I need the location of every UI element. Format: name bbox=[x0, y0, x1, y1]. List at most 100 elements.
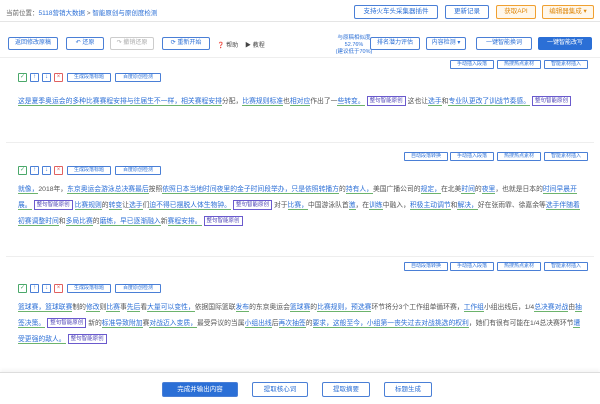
text-segment[interactable]: 时间 bbox=[542, 186, 557, 194]
gen-title-button[interactable]: 生成段落标题 bbox=[67, 73, 111, 82]
text-segment[interactable]: 导致 bbox=[115, 320, 129, 328]
text-segment[interactable]: 丧失 bbox=[394, 320, 408, 328]
one-click-rewrite-button[interactable]: 一键智能改写 bbox=[538, 37, 592, 50]
arrow-up-icon[interactable]: ↑ bbox=[30, 73, 39, 82]
smart-original-tag[interactable]: 整句智能原创 bbox=[203, 216, 243, 226]
text-segment[interactable]: 转变。 bbox=[344, 98, 365, 106]
text-segment[interactable]: 时间段 bbox=[250, 186, 272, 194]
text-segment[interactable]: 挑选 bbox=[434, 320, 449, 328]
text-segment[interactable]: 决策。 bbox=[24, 320, 46, 328]
text-segment[interactable]: 选手 bbox=[128, 202, 143, 210]
text-segment[interactable]: 更改了 bbox=[468, 98, 490, 106]
baidu-check-button[interactable]: 百度原创检测 bbox=[115, 284, 161, 293]
text-segment[interactable]: 游泳 bbox=[101, 186, 115, 194]
text-segment[interactable]: 预选赛 bbox=[351, 304, 372, 312]
text-segment[interactable]: 比赛规则 bbox=[74, 202, 102, 210]
smart-original-tag[interactable]: 整句智能原创 bbox=[33, 200, 73, 210]
back-edit-button[interactable]: 返回修改原稿 bbox=[8, 37, 58, 50]
text-segment[interactable]: 早晨 bbox=[556, 186, 571, 194]
text-segment[interactable]: 转变 bbox=[108, 202, 123, 210]
text-segment[interactable]: 迈入 bbox=[162, 320, 177, 328]
text-segment[interactable]: 总决赛 bbox=[114, 186, 136, 194]
text-segment[interactable]: 小组出线 bbox=[244, 320, 272, 328]
text-segment[interactable]: 至今， bbox=[346, 320, 367, 328]
hot-material-button[interactable]: 热搜热点素材 bbox=[497, 262, 541, 271]
text-segment[interactable]: 迫不得已 bbox=[149, 202, 177, 210]
text-segment[interactable]: 逐渐融入 bbox=[133, 218, 161, 226]
text-segment[interactable]: 变质， bbox=[176, 320, 197, 328]
gen-title-button[interactable]: 生成段落标题 bbox=[67, 166, 111, 175]
extract-summary-button[interactable]: 提取摘要 bbox=[322, 382, 370, 397]
text-segment[interactable]: 比赛 bbox=[85, 98, 100, 106]
auto-split-button[interactable]: 自动段落转换 bbox=[404, 262, 448, 271]
text-segment[interactable]: 标准 bbox=[101, 320, 116, 328]
arrow-down-icon[interactable]: ↓ bbox=[42, 166, 51, 175]
text-segment[interactable]: 这是夏季奥运会的 bbox=[18, 98, 73, 106]
text-segment[interactable]: 比赛规则 bbox=[242, 98, 270, 106]
text-segment[interactable]: 工作组 bbox=[463, 304, 484, 312]
text-segment[interactable]: 相对应 bbox=[289, 98, 311, 106]
text-segment[interactable]: 只是 bbox=[291, 186, 305, 194]
text-segment[interactable]: 对战 bbox=[421, 320, 435, 328]
text-segment[interactable]: 金子 bbox=[237, 186, 251, 194]
arrow-down-icon[interactable]: ↓ bbox=[42, 73, 51, 82]
manual-insert-button[interactable]: 手动插入段落 bbox=[450, 262, 494, 271]
text-segment[interactable]: 摆脱 bbox=[176, 202, 191, 210]
text-segment[interactable]: 比赛， bbox=[287, 202, 308, 210]
text-segment[interactable]: 节奏感。 bbox=[502, 98, 530, 106]
hot-material-button[interactable]: 热搜热点素材 bbox=[497, 152, 541, 161]
text-segment[interactable]: 赛程安排 bbox=[99, 98, 127, 106]
text-segment[interactable]: 规定， bbox=[420, 186, 441, 194]
smart-original-tag[interactable]: 整句智能原创 bbox=[232, 200, 272, 210]
arrow-up-icon[interactable]: ↑ bbox=[30, 166, 39, 175]
text-segment[interactable]: 大量 bbox=[147, 304, 161, 312]
paragraph-2[interactable]: 就像，2018年，东京奥运会游泳总决赛最后按照依照日本当地时间夜里的金子时间段举… bbox=[18, 182, 584, 254]
text-segment[interactable]: 这般 bbox=[332, 320, 347, 328]
smart-original-tag[interactable]: 整句智能原创 bbox=[532, 96, 572, 106]
text-segment[interactable]: 附加 bbox=[128, 320, 143, 328]
text-segment[interactable]: 就像， bbox=[18, 186, 39, 194]
text-segment[interactable]: 激 bbox=[348, 202, 356, 210]
update-log-button[interactable]: 更新记录 bbox=[445, 5, 489, 19]
paragraph-3[interactable]: 篮球赛，篮球联赛制的修改则比赛事先后看大量可以变性，依据国际篮联发布的东京奥运会… bbox=[18, 300, 584, 370]
content-check-button[interactable]: 内容检测 ▾ bbox=[426, 37, 466, 50]
smart-insert-button[interactable]: 智能素材插入 bbox=[544, 60, 588, 69]
text-segment[interactable]: 相关 bbox=[181, 98, 195, 106]
paragraph-1[interactable]: 这是夏季奥运会的多种比赛赛程安排与往届生不一样，相关赛程安排分配，比赛规则标准也… bbox=[18, 94, 584, 134]
text-segment[interactable]: 举办， bbox=[271, 186, 292, 194]
text-segment[interactable]: 对战 bbox=[149, 320, 163, 328]
text-segment[interactable]: 小组第一 bbox=[366, 320, 395, 328]
text-segment[interactable]: 与往届生不一样， bbox=[126, 98, 182, 106]
undo-restore-button[interactable]: ↷ 撤销还原 bbox=[110, 37, 154, 50]
text-segment[interactable]: 篮球联赛 bbox=[45, 304, 73, 312]
text-segment[interactable]: 比赛 bbox=[106, 304, 120, 312]
smart-original-tag[interactable]: 整句智能原创 bbox=[366, 96, 406, 106]
text-segment[interactable]: 解决， bbox=[457, 202, 478, 210]
text-segment[interactable]: 可以 bbox=[160, 304, 175, 312]
hot-material-button[interactable]: 热搜热点素材 bbox=[497, 60, 541, 69]
rank-eval-button[interactable]: 排名潜力评估 bbox=[370, 37, 420, 50]
text-segment[interactable]: 修改 bbox=[85, 304, 100, 312]
arrow-down-icon[interactable]: ↓ bbox=[42, 284, 51, 293]
breadcrumb-current[interactable]: 智能原创与原创度检测 bbox=[92, 10, 157, 17]
baidu-check-button[interactable]: 百度原创检测 bbox=[115, 73, 161, 82]
breadcrumb-link-5118[interactable]: 5118营销大数据 bbox=[39, 10, 85, 17]
check-icon[interactable]: ✓ bbox=[18, 284, 27, 293]
text-segment[interactable]: 多种 bbox=[72, 98, 86, 106]
text-segment[interactable]: 持有人， bbox=[345, 186, 373, 194]
text-segment[interactable]: 磨练， bbox=[99, 218, 120, 226]
plugin-support-button[interactable]: 支持火车头采集器插件 bbox=[354, 5, 438, 19]
smart-insert-button[interactable]: 智能素材插入 bbox=[544, 152, 588, 161]
text-segment[interactable]: 篮球赛 bbox=[289, 304, 311, 312]
title-generate-button[interactable]: 标题生成 bbox=[384, 382, 432, 397]
close-icon[interactable]: × bbox=[54, 284, 63, 293]
text-segment[interactable]: 人体生物钟。 bbox=[190, 202, 231, 210]
text-segment[interactable]: 篮球赛， bbox=[18, 304, 46, 312]
text-segment[interactable]: 夜里 bbox=[481, 186, 496, 194]
restart-button[interactable]: ⟳ 重新开始 bbox=[162, 37, 210, 50]
text-segment[interactable]: 选手 bbox=[545, 202, 560, 210]
smart-insert-button[interactable]: 智能素材插入 bbox=[544, 262, 588, 271]
text-segment[interactable]: 赛程安排 bbox=[194, 98, 222, 106]
one-click-replace-button[interactable]: 一键智能换词 bbox=[476, 37, 532, 50]
text-segment[interactable]: 发布 bbox=[235, 304, 250, 312]
